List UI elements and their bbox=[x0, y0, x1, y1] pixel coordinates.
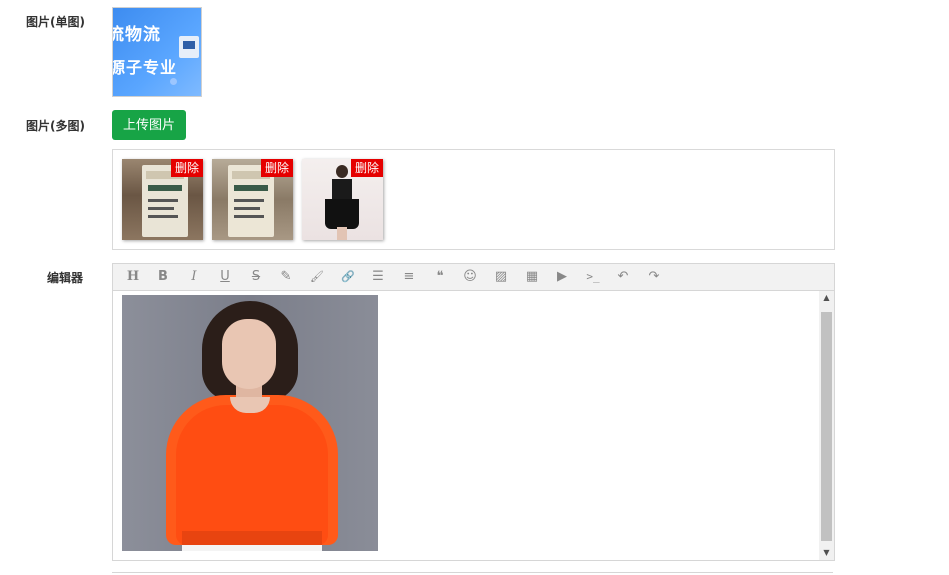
multi-image-thumbnail[interactable]: 删除 bbox=[212, 159, 293, 240]
upload-image-button[interactable]: 上传图片 bbox=[112, 110, 186, 140]
italic-icon[interactable]: I bbox=[183, 267, 205, 287]
multi-image-thumbnail[interactable]: 删除 bbox=[122, 159, 203, 240]
single-image-thumbnail[interactable]: 流物流 源子专业 bbox=[112, 7, 202, 97]
bold-icon[interactable]: B bbox=[152, 267, 174, 287]
emoticon-icon[interactable]: ☺ bbox=[459, 267, 481, 287]
editor-label: 编辑器 bbox=[47, 271, 84, 285]
scroll-down-arrow-icon[interactable]: ▼ bbox=[819, 546, 834, 560]
box-icon bbox=[179, 36, 199, 58]
scroll-up-arrow-icon[interactable]: ▲ bbox=[819, 291, 834, 305]
align-icon[interactable]: ≡ bbox=[398, 267, 420, 287]
list-icon[interactable]: ☰ bbox=[367, 267, 389, 287]
editor-content-image[interactable] bbox=[122, 295, 378, 551]
link-icon[interactable]: 🔗 bbox=[337, 267, 359, 287]
strikethrough-icon[interactable]: S bbox=[245, 267, 267, 287]
scroll-thumb[interactable] bbox=[821, 312, 832, 541]
table-icon[interactable]: ▦ bbox=[521, 267, 543, 287]
multi-image-container: 删除 删除 删除 bbox=[112, 149, 835, 250]
delete-image-button[interactable]: 删除 bbox=[350, 159, 383, 177]
rich-text-editor[interactable]: H B I U S ✎ 🖌 🔗 ☰ ≡ ❝ ☺ ▨ ▦ ▶ >_ ↶ ↷ ▲ ▼ bbox=[112, 263, 835, 561]
redo-icon[interactable]: ↷ bbox=[643, 267, 665, 287]
image-icon[interactable]: ▨ bbox=[490, 267, 512, 287]
thumbnail-text-line1: 流物流 bbox=[112, 25, 161, 45]
underline-icon[interactable]: U bbox=[214, 267, 236, 287]
editor-scrollbar[interactable]: ▲ ▼ bbox=[819, 291, 834, 560]
editor-toolbar: H B I U S ✎ 🖌 🔗 ☰ ≡ ❝ ☺ ▨ ▦ ▶ >_ ↶ ↷ bbox=[113, 264, 834, 291]
background-color-icon[interactable]: 🖌 bbox=[306, 267, 328, 287]
code-icon[interactable]: >_ bbox=[582, 267, 604, 287]
delete-image-button[interactable]: 删除 bbox=[170, 159, 203, 177]
quote-icon[interactable]: ❝ bbox=[429, 267, 451, 287]
heading-icon[interactable]: H bbox=[122, 267, 144, 287]
dot-decoration bbox=[170, 78, 177, 85]
multi-image-thumbnail[interactable]: 删除 bbox=[302, 159, 383, 240]
single-image-label: 图片(单图) bbox=[26, 15, 85, 29]
delete-image-button[interactable]: 删除 bbox=[260, 159, 293, 177]
divider bbox=[112, 572, 833, 573]
font-color-icon[interactable]: ✎ bbox=[275, 267, 297, 287]
multi-image-label: 图片(多图) bbox=[26, 119, 85, 133]
video-icon[interactable]: ▶ bbox=[551, 267, 573, 287]
undo-icon[interactable]: ↶ bbox=[612, 267, 634, 287]
thumbnail-text-line2: 源子专业 bbox=[112, 58, 178, 77]
